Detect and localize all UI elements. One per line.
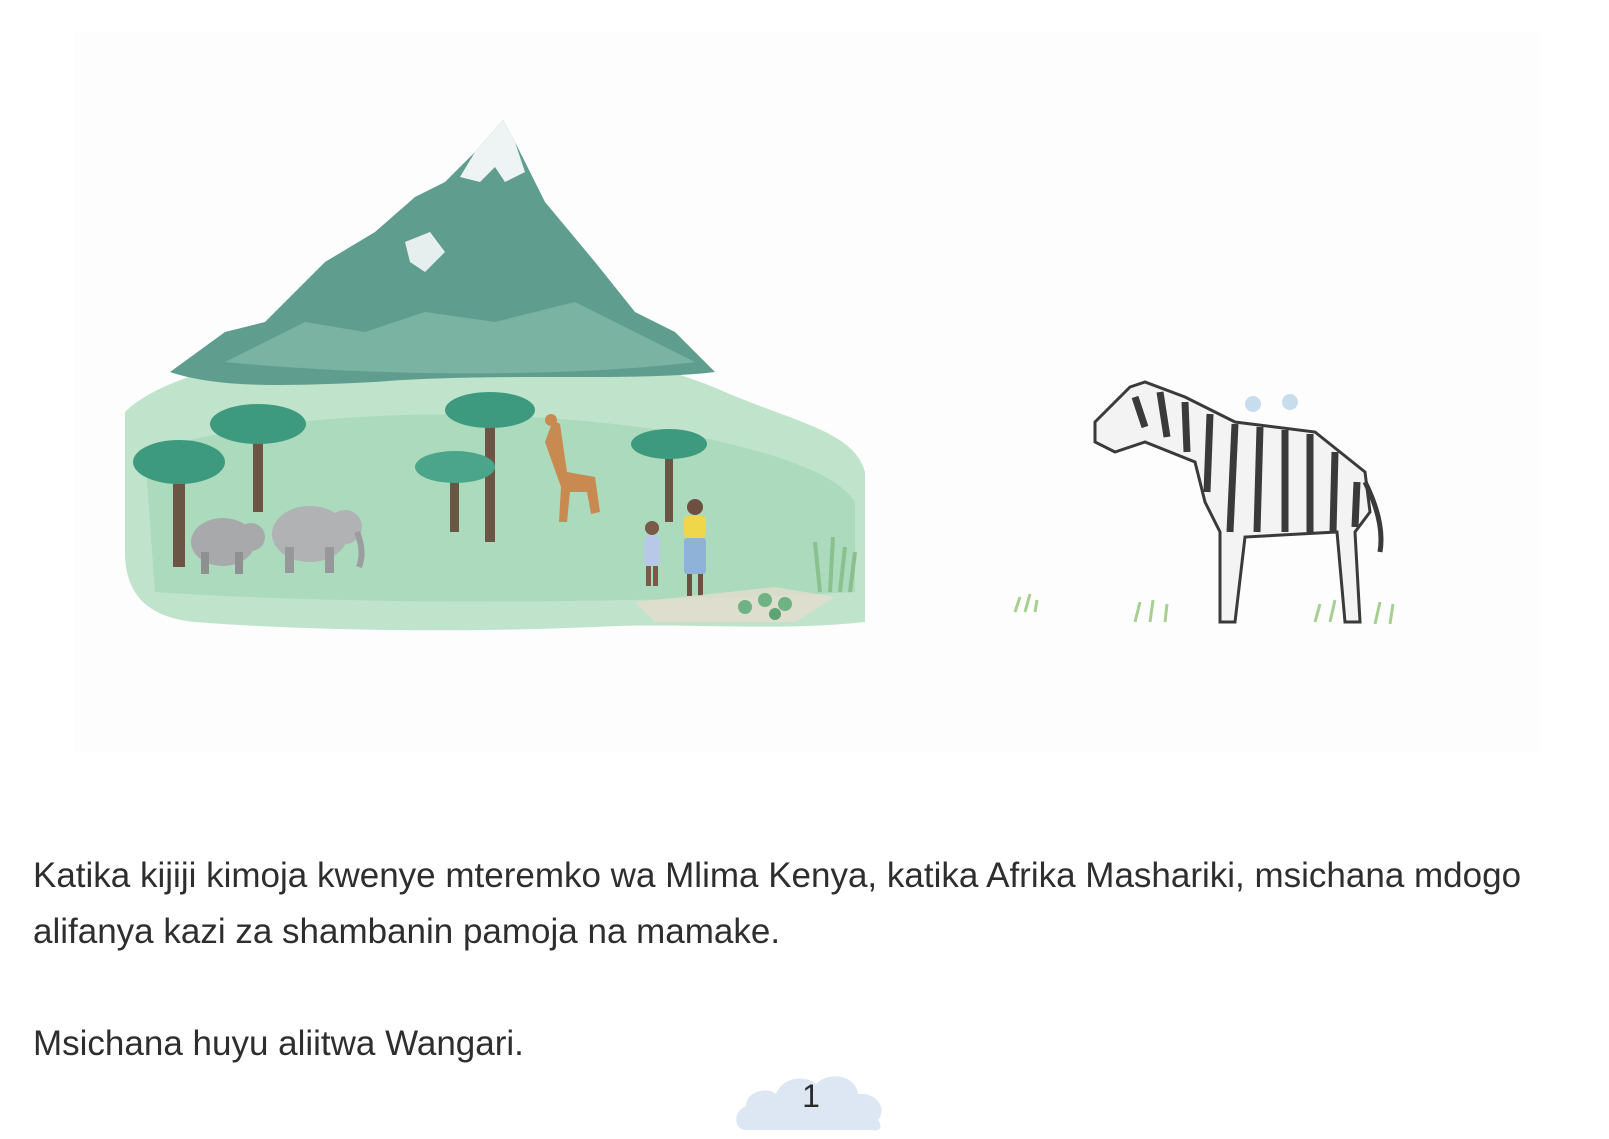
zebra bbox=[1093, 380, 1384, 624]
zebra-grass bbox=[1013, 593, 1395, 625]
book-page: Katika kijiji kimoja kwenye mteremko wa … bbox=[0, 0, 1609, 1139]
illustration-svg bbox=[125, 120, 1395, 631]
story-paragraph-1: Katika kijiji kimoja kwenye mteremko wa … bbox=[33, 856, 1522, 951]
story-text: Katika kijiji kimoja kwenye mteremko wa … bbox=[33, 848, 1573, 1072]
page-number: 1 bbox=[802, 1078, 820, 1114]
page-number-badge: 1 bbox=[732, 1062, 890, 1132]
story-illustration bbox=[75, 32, 1540, 752]
